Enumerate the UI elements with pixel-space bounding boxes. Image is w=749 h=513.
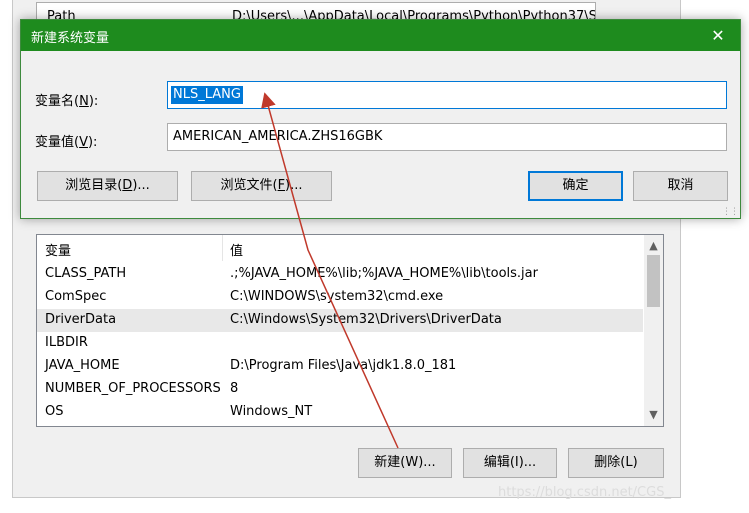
variable-value-label: 变量值(V): (35, 131, 97, 150)
variable-value-value: AMERICAN_AMERICA.ZHS16GBK (173, 129, 383, 144)
scroll-up-icon[interactable]: ▲ (644, 237, 663, 255)
button-text: 浏览目录( (65, 178, 123, 193)
browse-file-button[interactable]: 浏览文件(F)... (191, 171, 332, 201)
resize-grip-icon[interactable]: ⋮⋮ (722, 207, 739, 217)
variable-name: JAVA_HOME (45, 358, 120, 373)
variable-value: D:\Program Files\Java\jdk1.8.0_181 (230, 358, 457, 373)
variable-name-label: 变量名(N): (35, 90, 98, 109)
scroll-down-icon[interactable]: ▼ (644, 406, 663, 424)
button-text: 浏览文件( (220, 178, 278, 193)
edit-variable-button[interactable]: 编辑(I)... (463, 448, 557, 478)
system-variables-list[interactable]: 变量 值 CLASS_PATH .;%JAVA_HOME%\lib;%JAVA_… (36, 234, 664, 427)
dialog-title: 新建系统变量 (31, 31, 110, 46)
dialog-titlebar[interactable]: 新建系统变量 ✕ (21, 20, 740, 51)
variable-value: 8 (230, 381, 239, 396)
variable-value: C:\WINDOWS\system32\cmd.exe (230, 289, 444, 304)
button-accesskey: D (122, 178, 133, 193)
variable-value: .;%JAVA_HOME%\lib;%JAVA_HOME%\lib\tools.… (230, 266, 538, 281)
variable-name: OS (45, 404, 64, 419)
variable-name: NUMBER_OF_PROCESSORS (45, 381, 221, 396)
button-tail: )... (132, 178, 150, 193)
new-system-variable-dialog: 新建系统变量 ✕ 变量名(N): NLS_LANG 变量值(V): AMERIC… (20, 19, 741, 219)
scroll-thumb[interactable] (647, 255, 660, 307)
delete-variable-button[interactable]: 删除(L) (568, 448, 664, 478)
column-divider[interactable] (222, 235, 223, 261)
ok-button[interactable]: 确定 (528, 171, 623, 201)
close-icon[interactable]: ✕ (696, 20, 740, 51)
list-header: 变量 值 (37, 235, 643, 261)
list-item[interactable]: ILBDIR (37, 332, 643, 355)
list-item[interactable]: CLASS_PATH .;%JAVA_HOME%\lib;%JAVA_HOME%… (37, 263, 643, 286)
variable-name-input[interactable]: NLS_LANG (167, 81, 727, 109)
variable-name: ILBDIR (45, 335, 88, 350)
button-tail: )... (285, 178, 303, 193)
label-tail: ): (87, 135, 98, 150)
watermark: https://blog.csdn.net/CGS_ (498, 485, 671, 500)
variable-name: ComSpec (45, 289, 107, 304)
button-accesskey: F (277, 178, 286, 193)
label-accesskey: N (79, 94, 89, 109)
label-text: 变量值( (35, 135, 80, 150)
cancel-button[interactable]: 取消 (633, 171, 728, 201)
variable-value: C:\Windows\System32\Drivers\DriverData (230, 312, 502, 327)
variable-name: CLASS_PATH (45, 266, 127, 281)
label-text: 变量名( (35, 94, 80, 109)
list-item[interactable]: OS Windows_NT (37, 401, 643, 424)
list-item[interactable]: ComSpec C:\WINDOWS\system32\cmd.exe (37, 286, 643, 309)
variable-value: Windows_NT (230, 404, 313, 419)
variable-name-value: NLS_LANG (171, 86, 243, 104)
browse-directory-button[interactable]: 浏览目录(D)... (37, 171, 178, 201)
list-item[interactable]: JAVA_HOME D:\Program Files\Java\jdk1.8.0… (37, 355, 643, 378)
vertical-scrollbar[interactable]: ▲ ▼ (644, 235, 663, 426)
label-accesskey: V (79, 135, 88, 150)
variable-value-input[interactable]: AMERICAN_AMERICA.ZHS16GBK (167, 123, 727, 151)
column-header-variable[interactable]: 变量 (45, 240, 71, 259)
label-tail: ): (88, 94, 99, 109)
new-variable-button[interactable]: 新建(W)... (358, 448, 452, 478)
list-item-selected[interactable]: DriverData C:\Windows\System32\Drivers\D… (37, 309, 643, 332)
column-header-value[interactable]: 值 (230, 240, 243, 259)
list-item[interactable]: NUMBER_OF_PROCESSORS 8 (37, 378, 643, 401)
variable-name: DriverData (45, 312, 117, 327)
